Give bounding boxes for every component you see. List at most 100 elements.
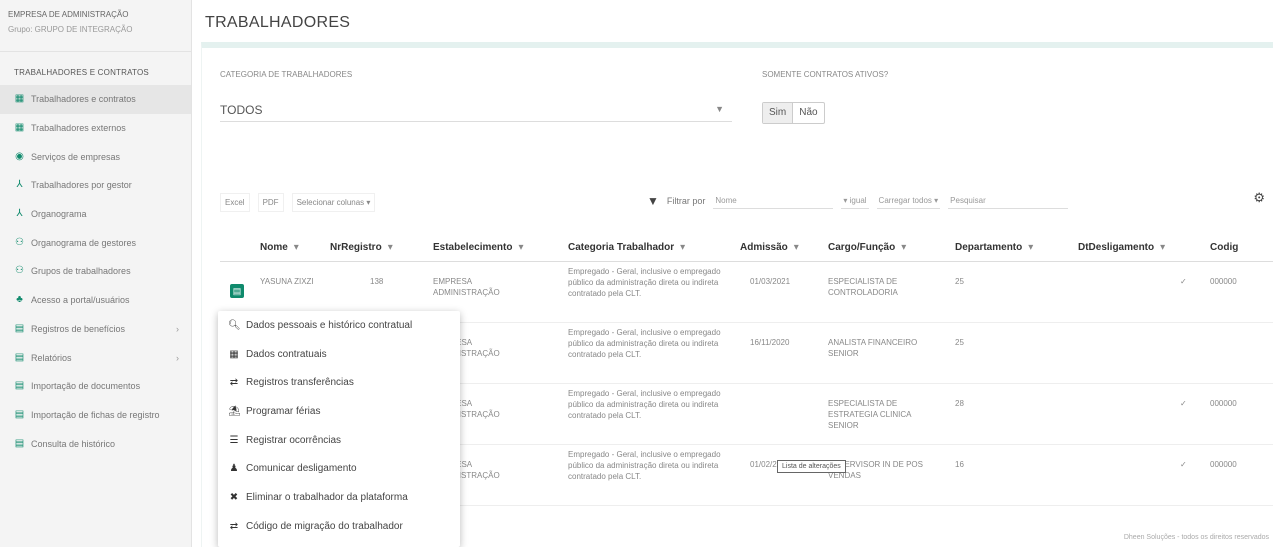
excel-button[interactable]: Excel bbox=[220, 193, 250, 212]
sidebar-item-label: Trabalhadores e contratos bbox=[31, 94, 136, 105]
toggle-yes[interactable]: Sim bbox=[763, 103, 794, 123]
sidebar-item[interactable]: ◉ Serviços de empresas bbox=[0, 142, 191, 171]
context-menu-item[interactable]: ✖ Eliminar o trabalhador da plataforma bbox=[218, 483, 460, 512]
cell-adm: 16/11/2020 bbox=[750, 338, 790, 347]
header-cargo[interactable]: Cargo/Função ▾ bbox=[828, 242, 906, 253]
chevron-right-icon: › bbox=[176, 323, 179, 334]
sidebar-item[interactable]: ⅄ Trabalhadores por gestor bbox=[0, 171, 191, 200]
cell-dt: ✓ bbox=[1180, 460, 1187, 469]
eye-icon: ◉ bbox=[15, 150, 24, 162]
search-icon: 🔍︎ bbox=[228, 319, 241, 331]
sidebar-item[interactable]: ▦ Trabalhadores e contratos bbox=[0, 85, 191, 114]
funnel-icon[interactable]: ▼ bbox=[647, 194, 659, 208]
gear-icon[interactable]: ⚙ bbox=[1253, 190, 1265, 206]
context-menu-label: Registros transferências bbox=[246, 377, 354, 389]
cell-dep: 25 bbox=[955, 277, 964, 286]
active-contracts-toggle: Sim Não bbox=[762, 102, 825, 124]
cell-cargo: ANALISTA FINANCEIRO SENIOR bbox=[828, 338, 918, 358]
users-icon: ⚇ bbox=[15, 236, 24, 248]
org-chart-icon: ⅄ bbox=[16, 208, 23, 220]
sidebar-item-label: Trabalhadores por gestor bbox=[31, 180, 132, 191]
header-dtdesligamento[interactable]: DtDesligamento ▾ bbox=[1078, 242, 1165, 253]
company-name[interactable]: EMPRESA DE ADMINISTRAÇÃO bbox=[8, 10, 183, 19]
sidebar-item[interactable]: ⅄ Organograma bbox=[0, 200, 191, 229]
export-toolbar: Excel PDF Selecionar colunas ▾ bbox=[220, 193, 376, 212]
sidebar-item-label: Acesso a portal/usuários bbox=[31, 295, 130, 306]
cell-dep: 28 bbox=[955, 399, 964, 408]
sidebar-item[interactable]: ▤ Importação de documentos bbox=[0, 372, 191, 401]
sidebar-item[interactable]: ▤ Registros de benefícios › bbox=[0, 315, 191, 344]
context-menu-item[interactable]: ☰ Registrar ocorrências bbox=[218, 426, 460, 455]
context-menu-label: Registrar ocorrências bbox=[246, 434, 342, 446]
user-key-icon: ♣ bbox=[16, 294, 23, 306]
context-menu-item[interactable]: ⛱ Programar férias bbox=[218, 397, 460, 426]
sidebar-item[interactable]: ▦ Trabalhadores externos bbox=[0, 114, 191, 143]
cell-cat: Empregado - Geral, inclusive o empregado… bbox=[568, 267, 721, 298]
context-menu-label: Comunicar desligamento bbox=[246, 463, 357, 475]
list-icon: ☰ bbox=[229, 434, 239, 446]
active-contracts-label: SOMENTE CONTRATOS ATIVOS? bbox=[762, 70, 889, 79]
cell-nome: YASUNA ZIXZI bbox=[260, 277, 314, 286]
cell-nr: 138 bbox=[370, 277, 384, 286]
sidebar-item[interactable]: ▤ Relatórios › bbox=[0, 343, 191, 372]
sidebar-item-label: Importação de documentos bbox=[31, 381, 141, 392]
pdf-button[interactable]: PDF bbox=[257, 193, 284, 212]
header-codigo[interactable]: Codig bbox=[1210, 242, 1238, 253]
context-menu-item[interactable]: ⇄ Código de migração do trabalhador bbox=[218, 512, 460, 541]
cell-adm: 01/03/2021 bbox=[750, 277, 791, 286]
cell-cargo: ESPECIALISTA DE CONTROLADORIA bbox=[828, 277, 898, 297]
header-departamento[interactable]: Departamento ▾ bbox=[955, 242, 1033, 253]
context-menu-label: Código de migração do trabalhador bbox=[246, 520, 403, 532]
filter-operator-select[interactable]: ▾ igual bbox=[841, 193, 869, 209]
sidebar-item[interactable]: ♣ Acesso a portal/usuários bbox=[0, 286, 191, 315]
group-icon: ⚇ bbox=[15, 265, 24, 277]
sidebar: EMPRESA DE ADMINISTRAÇÃO Grupo: GRUPO DE… bbox=[0, 0, 192, 547]
header-nome[interactable]: Nome ▾ bbox=[260, 242, 299, 253]
context-menu-label: Dados pessoais e histórico contratual bbox=[246, 319, 413, 331]
sidebar-item[interactable]: ⚇ Grupos de trabalhadores bbox=[0, 257, 191, 286]
context-menu-item[interactable]: ⇄ Registros transferências bbox=[218, 368, 460, 397]
category-select[interactable]: TODOS ▼ bbox=[220, 98, 732, 122]
toggle-no[interactable]: Não bbox=[793, 103, 823, 123]
sidebar-item-label: Trabalhadores externos bbox=[31, 123, 126, 134]
table-header: Nome ▾ NrRegistro ▾ Estabelecimento ▾ Categ… bbox=[220, 234, 1273, 262]
category-label: CATEGORIA DE TRABALHADORES bbox=[220, 70, 353, 79]
user-remove-icon: ♟ bbox=[229, 463, 239, 475]
filter-field-select[interactable]: Nome bbox=[713, 193, 834, 209]
sidebar-item[interactable]: ⚇ Organograma de gestores bbox=[0, 228, 191, 257]
sidebar-item[interactable]: ▤ Consulta de histórico bbox=[0, 429, 191, 458]
filter-bar: ▼ Filtrar por Nome ▾ igual Carregar todo… bbox=[647, 193, 1069, 209]
cell-cat: Empregado - Geral, inclusive o empregado… bbox=[568, 328, 721, 359]
cell-cat: Empregado - Geral, inclusive o empregado… bbox=[568, 389, 721, 420]
cell-dep: 25 bbox=[955, 338, 964, 347]
swap-icon: ⇄ bbox=[229, 520, 239, 532]
cell-cod: 000000 bbox=[1210, 277, 1237, 286]
header-estabelecimento[interactable]: Estabelecimento ▾ bbox=[433, 242, 524, 253]
context-menu-label: Programar férias bbox=[246, 405, 321, 417]
footer-text: Dheen Soluções - todos os direitos reser… bbox=[1123, 534, 1269, 541]
context-menu-label: Eliminar o trabalhador da plataforma bbox=[246, 491, 408, 503]
sidebar-item-label: Registros de benefícios bbox=[31, 323, 126, 334]
row-menu-button[interactable]: ▤ bbox=[230, 284, 244, 298]
sidebar-item[interactable]: ▤ Importação de fichas de registro bbox=[0, 401, 191, 430]
context-menu-item[interactable]: ♟ Comunicar desligamento bbox=[218, 454, 460, 483]
close-icon: ✖ bbox=[229, 491, 239, 503]
columns-button[interactable]: Selecionar colunas ▾ bbox=[291, 193, 376, 212]
sidebar-item-label: Organograma de gestores bbox=[31, 237, 137, 248]
header-nrregistro[interactable]: NrRegistro ▾ bbox=[330, 242, 393, 253]
context-menu-item[interactable]: 🔍︎ Dados pessoais e histórico contratual bbox=[218, 311, 460, 340]
report-icon: ▤ bbox=[14, 351, 25, 363]
sidebar-item-label: Importação de fichas de registro bbox=[31, 409, 160, 420]
header-admissao[interactable]: Admissão ▾ bbox=[740, 242, 799, 253]
sidebar-item-label: Organograma bbox=[31, 209, 87, 220]
context-menu-item[interactable]: ▦ Dados contratuais bbox=[218, 340, 460, 369]
vacation-icon: ⛱ bbox=[228, 405, 241, 417]
sidebar-item-label: Serviços de empresas bbox=[31, 151, 121, 162]
header-categoria[interactable]: Categoria Trabalhador ▾ bbox=[568, 242, 685, 253]
transfer-icon: ⇄ bbox=[229, 377, 239, 389]
load-select[interactable]: Carregar todos ▾ bbox=[876, 193, 941, 209]
page-title: TRABALHADORES bbox=[205, 14, 351, 31]
search-input[interactable]: Pesquisar bbox=[948, 193, 1069, 209]
cell-estab: EMPRESA ADMINISTRAÇÃO bbox=[433, 277, 500, 297]
cell-dep: 16 bbox=[955, 460, 964, 469]
